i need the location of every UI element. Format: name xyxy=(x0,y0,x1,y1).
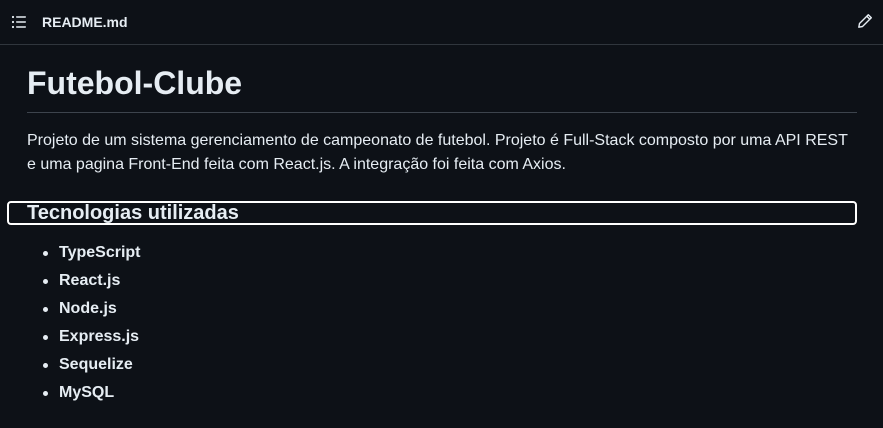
tech-name: Node.js xyxy=(59,300,117,317)
bullet xyxy=(43,363,48,368)
tech-list-item: TypeScript xyxy=(27,242,141,270)
list-unordered-icon[interactable] xyxy=(11,14,27,30)
intro-paragraph: Projeto de um sistema gerenciamento de c… xyxy=(27,132,848,173)
tech-list-item: Sequelize xyxy=(27,354,141,382)
tech-name: Express.js xyxy=(59,328,140,345)
readme-title: Futebol-Clube xyxy=(27,65,243,101)
title-divider xyxy=(27,112,857,113)
tech-list-item: React.js xyxy=(27,270,141,298)
tech-list-item: MySQL xyxy=(27,382,141,410)
tech-list-item: Node.js xyxy=(27,298,141,326)
file-name: README.md xyxy=(42,14,128,30)
bullet xyxy=(43,307,48,312)
bullet xyxy=(43,335,48,340)
tech-name: React.js xyxy=(59,272,121,289)
tech-list: TypeScript React.js Node.js Express.js S… xyxy=(27,242,141,410)
tech-heading[interactable]: Tecnologias utilizadas xyxy=(27,201,239,225)
bullet xyxy=(43,251,48,256)
bullet xyxy=(43,391,48,396)
readme-header: README.md xyxy=(0,0,883,45)
tech-name: Sequelize xyxy=(59,356,133,373)
pencil-icon[interactable] xyxy=(857,13,873,29)
tech-name: MySQL xyxy=(59,384,115,401)
bullet xyxy=(43,279,48,284)
tech-name: TypeScript xyxy=(59,244,141,261)
tech-list-item: Express.js xyxy=(27,326,141,354)
